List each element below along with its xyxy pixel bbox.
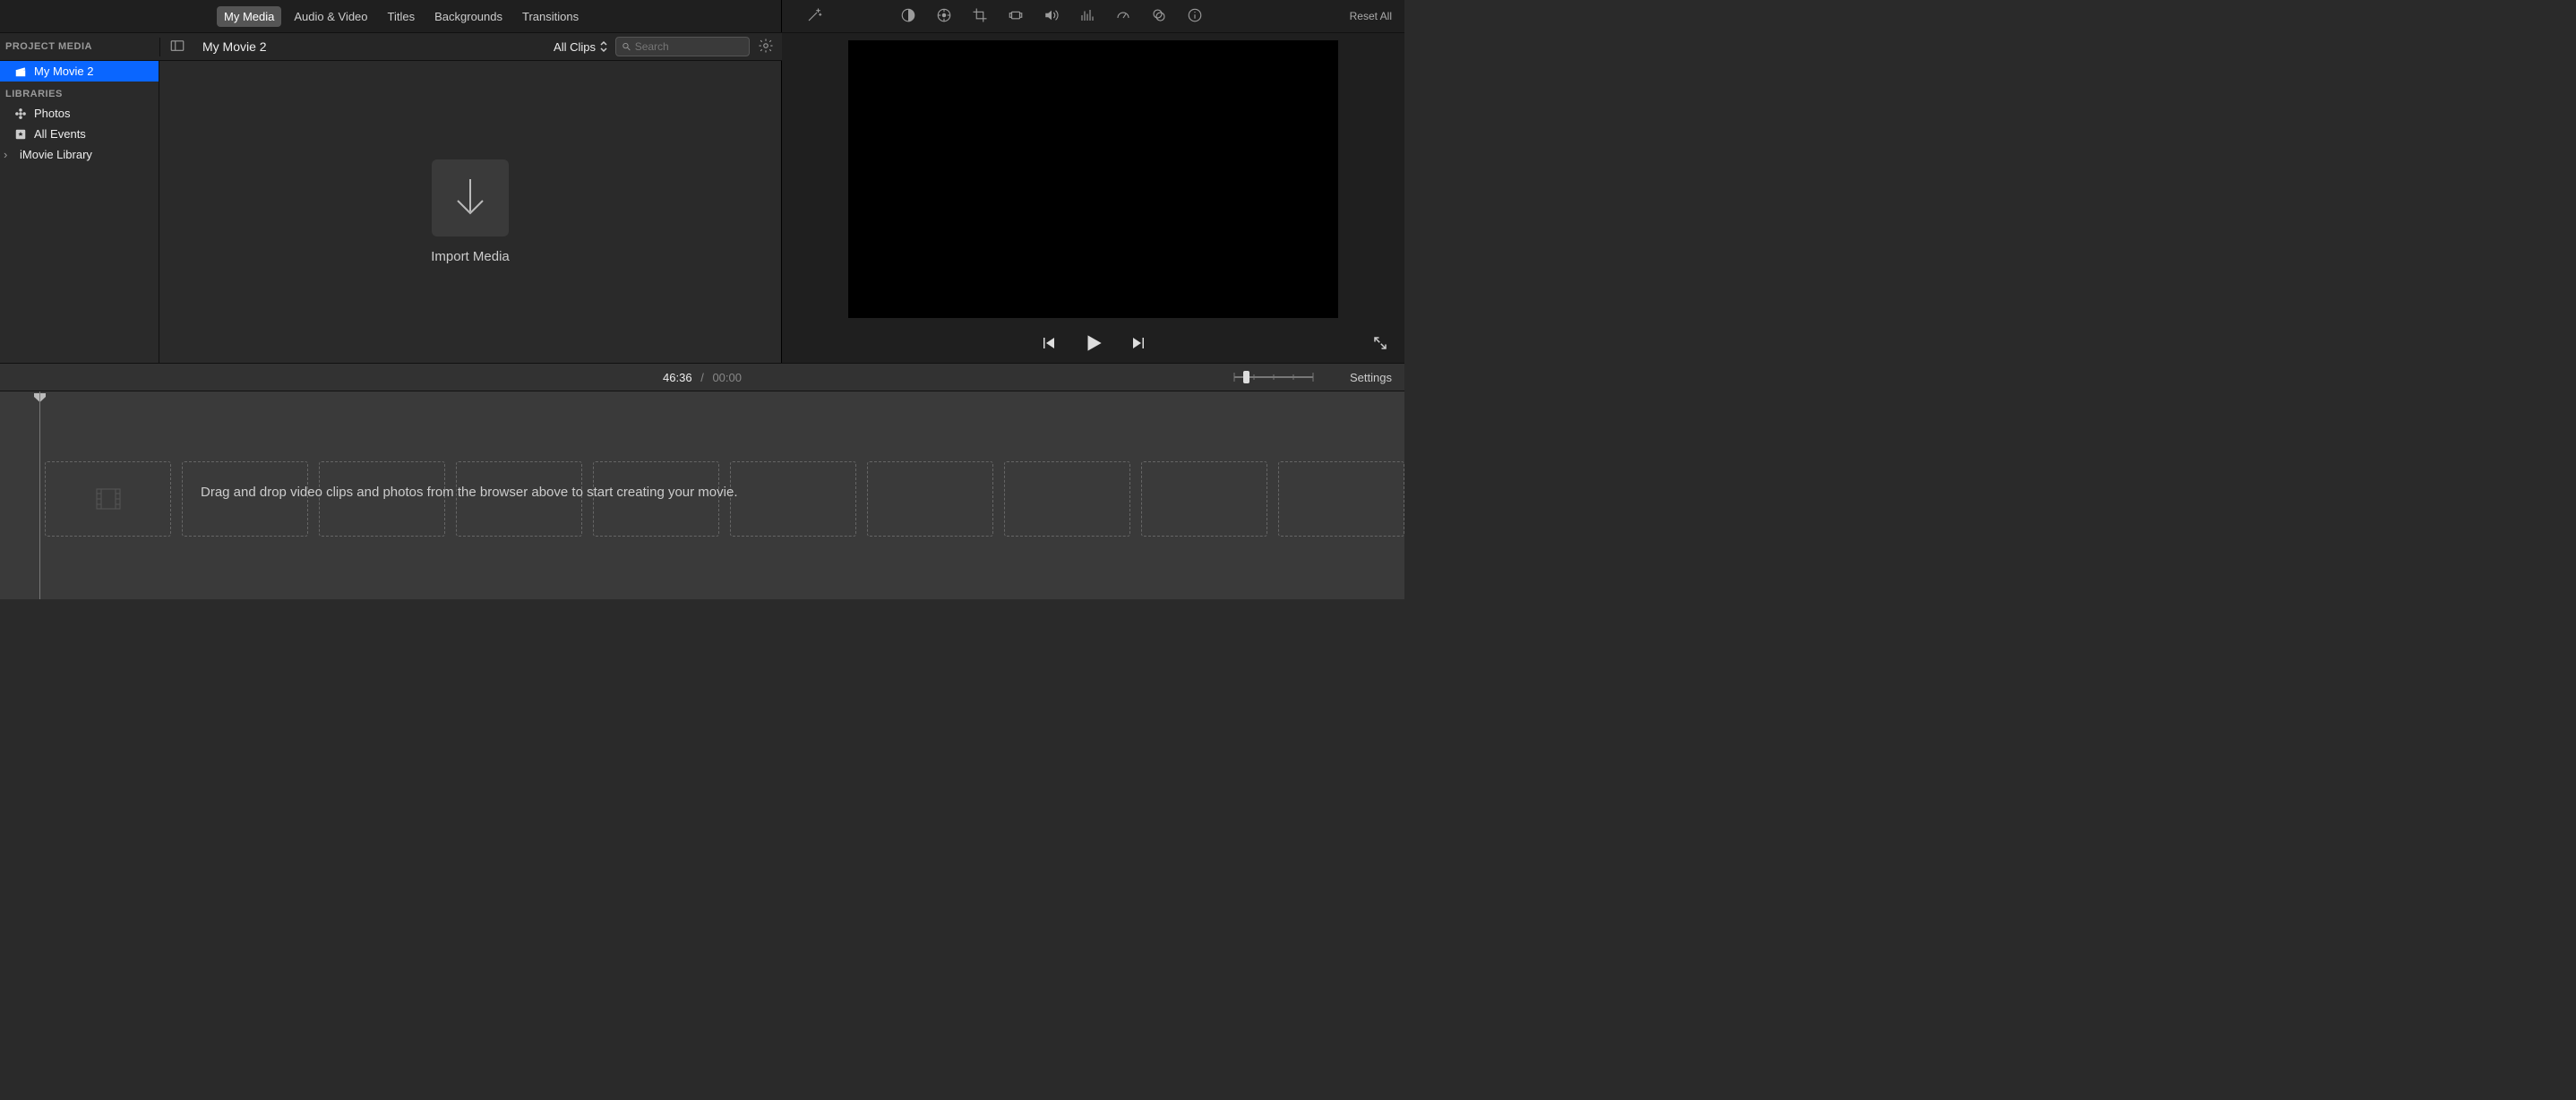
download-arrow-icon bbox=[452, 177, 488, 219]
info-icon[interactable] bbox=[1187, 7, 1203, 26]
disclosure-chevron-icon[interactable]: › bbox=[4, 148, 13, 161]
noise-equalizer-icon[interactable] bbox=[1079, 7, 1095, 26]
enhance-wand-icon[interactable] bbox=[806, 7, 822, 26]
timeline-hint-text: Drag and drop video clips and photos fro… bbox=[201, 485, 737, 500]
sidebar-item-label: iMovie Library bbox=[20, 148, 92, 161]
sidebar-item-label: All Events bbox=[34, 127, 86, 141]
star-box-icon bbox=[14, 128, 27, 141]
volume-icon[interactable] bbox=[1043, 7, 1060, 26]
sidebar-item-photos[interactable]: Photos bbox=[0, 103, 159, 124]
speed-icon[interactable] bbox=[1115, 7, 1131, 26]
sidebar-item-label: Photos bbox=[34, 107, 70, 120]
adjust-toolbar: Reset All bbox=[782, 0, 1404, 32]
sidebar: My Movie 2 LIBRARIES Photos All Events ›… bbox=[0, 61, 159, 363]
photos-flower-icon bbox=[14, 107, 27, 120]
tab-backgrounds[interactable]: Backgrounds bbox=[427, 6, 510, 27]
media-browser: Import Media bbox=[159, 61, 782, 363]
import-media-label: Import Media bbox=[431, 249, 510, 264]
import-media-button[interactable] bbox=[432, 159, 509, 236]
timecode-separator: / bbox=[700, 371, 704, 384]
clip-placeholder bbox=[1004, 461, 1130, 537]
clip-placeholder bbox=[1278, 461, 1404, 537]
clip-filter-label: All Clips bbox=[554, 40, 596, 54]
tab-titles[interactable]: Titles bbox=[381, 6, 423, 27]
reset-all-button[interactable]: Reset All bbox=[1350, 10, 1392, 22]
timecode-total: 00:00 bbox=[712, 371, 742, 384]
clip-placeholder bbox=[867, 461, 993, 537]
clip-placeholder bbox=[730, 461, 856, 537]
search-icon bbox=[622, 41, 631, 52]
playhead-line bbox=[39, 391, 40, 599]
sidebar-item-all-events[interactable]: All Events bbox=[0, 124, 159, 144]
tab-my-media[interactable]: My Media bbox=[217, 6, 281, 27]
project-media-heading: PROJECT MEDIA bbox=[0, 41, 159, 52]
previous-frame-button[interactable] bbox=[1041, 335, 1057, 354]
crop-icon[interactable] bbox=[972, 7, 988, 26]
fullscreen-button[interactable] bbox=[1372, 335, 1388, 354]
clip-filter-dropdown[interactable]: All Clips bbox=[554, 40, 608, 54]
viewer bbox=[782, 32, 1404, 363]
clapperboard-icon bbox=[14, 65, 27, 78]
clip-placeholder bbox=[1141, 461, 1267, 537]
timecode-current: 46:36 bbox=[663, 371, 692, 384]
stabilization-icon[interactable] bbox=[1008, 7, 1024, 26]
next-frame-button[interactable] bbox=[1130, 335, 1146, 354]
sidebar-toggle-icon[interactable] bbox=[169, 38, 185, 56]
tab-transitions[interactable]: Transitions bbox=[515, 6, 586, 27]
zoom-slider[interactable] bbox=[1232, 368, 1315, 386]
filter-overlay-icon[interactable] bbox=[1151, 7, 1167, 26]
sidebar-item-label: My Movie 2 bbox=[34, 64, 93, 78]
libraries-heading: LIBRARIES bbox=[0, 82, 159, 103]
updown-chevron-icon bbox=[599, 40, 608, 53]
timeline[interactable]: Drag and drop video clips and photos fro… bbox=[0, 391, 1404, 599]
color-correction-icon[interactable] bbox=[936, 7, 952, 26]
tab-audio-video[interactable]: Audio & Video bbox=[287, 6, 374, 27]
sidebar-item-project[interactable]: My Movie 2 bbox=[0, 61, 159, 82]
sidebar-item-imovie-library[interactable]: › iMovie Library bbox=[0, 144, 159, 165]
media-tabs-bar: My Media Audio & Video Titles Background… bbox=[0, 0, 782, 32]
timeline-header: 46:36 / 00:00 Settings bbox=[0, 363, 1404, 391]
film-strip-icon bbox=[96, 488, 121, 510]
timeline-settings-button[interactable]: Settings bbox=[1350, 371, 1392, 384]
play-button[interactable] bbox=[1082, 331, 1105, 357]
clip-placeholder bbox=[45, 461, 171, 537]
viewer-canvas bbox=[848, 40, 1338, 318]
timecode-display: 46:36 / 00:00 bbox=[663, 371, 742, 384]
search-input[interactable] bbox=[635, 40, 743, 53]
browser-settings-gear-icon[interactable] bbox=[758, 38, 774, 56]
browser-header: PROJECT MEDIA My Movie 2 All Clips bbox=[0, 32, 782, 61]
color-balance-icon[interactable] bbox=[900, 7, 916, 26]
project-title: My Movie 2 bbox=[193, 39, 267, 54]
search-field[interactable] bbox=[615, 37, 750, 56]
